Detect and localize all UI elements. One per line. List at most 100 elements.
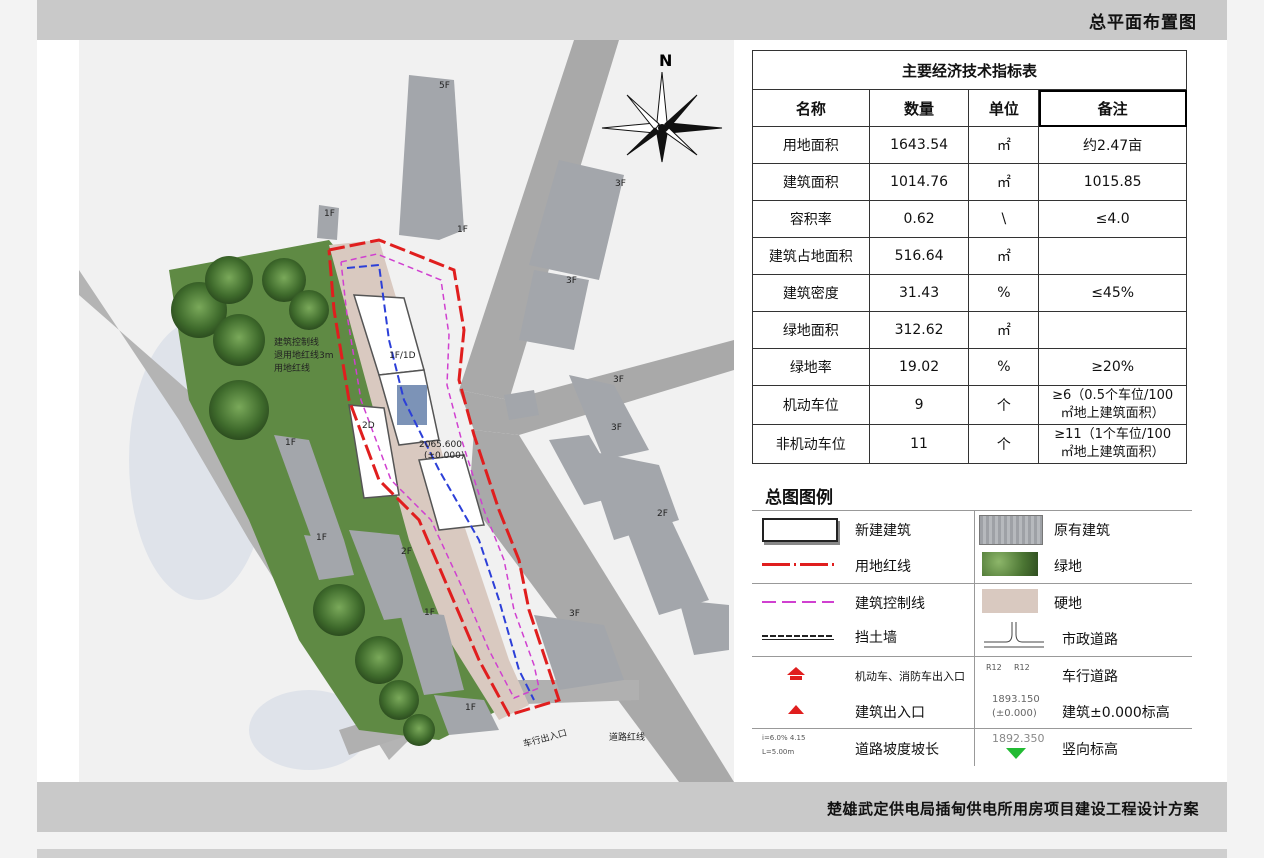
floor-label: 1F bbox=[316, 533, 327, 543]
note-control-line: 建筑控制线 bbox=[274, 336, 319, 348]
retaining-wall-symbol bbox=[762, 639, 834, 640]
cell-note-line: ㎡地上建筑面积） bbox=[1060, 445, 1165, 460]
existing-building bbox=[679, 600, 729, 655]
table-row: 建筑面积 1014.76 ㎡ 1015.85 bbox=[752, 163, 1187, 201]
cell-note: ≥20% bbox=[1038, 348, 1187, 386]
tree bbox=[205, 256, 253, 304]
legend-label: 挡土墙 bbox=[855, 630, 897, 646]
cell-name: 绿地面积 bbox=[752, 311, 870, 349]
cell-qty: 1014.76 bbox=[868, 163, 970, 201]
cell-unit: % bbox=[968, 348, 1040, 386]
existing-building bbox=[399, 75, 464, 240]
legend-label: 原有建筑 bbox=[1054, 523, 1110, 539]
cell-note bbox=[1038, 237, 1187, 275]
cell-qty: 516.64 bbox=[868, 237, 970, 275]
tree bbox=[379, 680, 419, 720]
road-red-line-label: 道路红线 bbox=[609, 731, 645, 743]
table-row: 非机动车位 11 个 ≥11（1个车位/100 ㎡地上建筑面积） bbox=[752, 424, 1187, 464]
tree bbox=[289, 290, 329, 330]
cell-qty: 312.62 bbox=[868, 311, 970, 349]
table-header: 单位 bbox=[968, 89, 1040, 127]
table-row: 建筑密度 31.43 % ≤45% bbox=[752, 274, 1187, 312]
table-row: 绿地率 19.02 % ≥20% bbox=[752, 348, 1187, 386]
cell-note: 约2.47亩 bbox=[1038, 126, 1187, 164]
table-row: 建筑占地面积 516.64 ㎡ bbox=[752, 237, 1187, 275]
table-caption: 主要经济技术指标表 bbox=[752, 50, 1187, 90]
cell-note: ≤4.0 bbox=[1038, 200, 1187, 238]
cell-name: 绿地率 bbox=[752, 348, 870, 386]
cell-qty: 9 bbox=[868, 385, 970, 425]
r12-label: R12 bbox=[986, 663, 1002, 672]
compass-needle bbox=[656, 71, 668, 129]
legend-title: 总图图例 bbox=[765, 488, 833, 508]
cell-qty: 1643.54 bbox=[868, 126, 970, 164]
municipal-road-symbol bbox=[984, 622, 1044, 648]
floor-label: 3F bbox=[613, 375, 624, 385]
cell-qty: 19.02 bbox=[868, 348, 970, 386]
cell-note-line: ≥6（0.5个车位/100 bbox=[1052, 388, 1174, 403]
cell-note: 1015.85 bbox=[1038, 163, 1187, 201]
floor-label: 1F bbox=[324, 209, 335, 219]
project-title: 楚雄武定供电局插甸供电所用房项目建设工程设计方案 bbox=[826, 800, 1199, 818]
new-building-symbol bbox=[762, 518, 838, 542]
floor-label: 1F bbox=[424, 608, 435, 618]
legend-label: 车行道路 bbox=[1062, 669, 1118, 685]
cell-unit: ㎡ bbox=[968, 126, 1040, 164]
compass-needle bbox=[656, 127, 668, 163]
tree bbox=[355, 636, 403, 684]
floor-label: 3F bbox=[611, 423, 622, 433]
table-row: 绿地面积 312.62 ㎡ bbox=[752, 311, 1187, 349]
legend-divider bbox=[752, 656, 1192, 657]
elevation-zero: (±0.000) bbox=[992, 708, 1037, 719]
footer-bar: 楚雄武定供电局插甸供电所用房项目建设工程设计方案 bbox=[37, 782, 1227, 832]
floor-label: 3F bbox=[566, 276, 577, 286]
header-bar: 总平面布置图 bbox=[37, 0, 1227, 40]
cell-note: ≥11（1个车位/100 ㎡地上建筑面积） bbox=[1038, 424, 1187, 464]
cell-name: 建筑占地面积 bbox=[752, 237, 870, 275]
floor-label: 1F/1D bbox=[389, 351, 416, 361]
floor-label: 2F bbox=[401, 547, 412, 557]
legend-divider bbox=[752, 510, 1192, 511]
legend-label: 建筑出入口 bbox=[855, 705, 925, 721]
cell-unit: ㎡ bbox=[968, 163, 1040, 201]
existing-building bbox=[504, 390, 539, 420]
legend-divider bbox=[752, 583, 1192, 584]
table-header: 备注 bbox=[1038, 89, 1187, 127]
legend: 新建建筑 原有建筑 用地红线 绿地 建筑控制线 硬地 挡土墙 市政道路 机动车、… bbox=[752, 510, 1192, 766]
cell-name: 建筑密度 bbox=[752, 274, 870, 312]
vehicle-entrance-icon bbox=[787, 667, 805, 680]
vertical-elevation-icon bbox=[1006, 748, 1026, 759]
red-line-symbol bbox=[762, 563, 834, 566]
legend-label: 用地红线 bbox=[855, 559, 911, 575]
cell-unit: ㎡ bbox=[968, 311, 1040, 349]
tree bbox=[213, 314, 265, 366]
cell-unit: 个 bbox=[968, 385, 1040, 425]
legend-label: 绿地 bbox=[1054, 559, 1082, 575]
floor-label: 1F bbox=[285, 438, 296, 448]
page-title: 总平面布置图 bbox=[1089, 13, 1197, 33]
floor-label: 5F bbox=[439, 81, 450, 91]
note-red-line: 用地红线 bbox=[274, 362, 310, 374]
cell-note-line: ㎡地上建筑面积） bbox=[1060, 406, 1165, 421]
legend-label: 道路坡度坡长 bbox=[855, 742, 939, 758]
tree bbox=[403, 714, 435, 746]
next-page-strip bbox=[37, 849, 1227, 858]
cell-qty: 0.62 bbox=[868, 200, 970, 238]
cell-name: 建筑面积 bbox=[752, 163, 870, 201]
cell-qty: 31.43 bbox=[868, 274, 970, 312]
table-row: 容积率 0.62 \ ≤4.0 bbox=[752, 200, 1187, 238]
table-header: 名称 bbox=[752, 89, 870, 127]
table-row: 用地面积 1643.54 ㎡ 约2.47亩 bbox=[752, 126, 1187, 164]
elevation-zero-label: (±0.000) bbox=[424, 451, 464, 461]
tree bbox=[313, 584, 365, 636]
building-entrance-icon bbox=[788, 705, 804, 714]
elevation-label: 2065.600 bbox=[419, 440, 462, 450]
existing-building-symbol bbox=[979, 515, 1043, 545]
drawing-sheet: 总平面布置图 5F 1F 1F 3F 3F 1F 3F 3F 2F 1F 1F … bbox=[37, 0, 1227, 832]
legend-label: 建筑控制线 bbox=[855, 596, 925, 612]
cell-name: 机动车位 bbox=[752, 385, 870, 425]
note-setback: 退用地红线3m bbox=[274, 349, 334, 361]
cell-note bbox=[1038, 311, 1187, 349]
green-symbol bbox=[982, 552, 1038, 576]
elevation-value: 1893.150 bbox=[992, 694, 1040, 705]
